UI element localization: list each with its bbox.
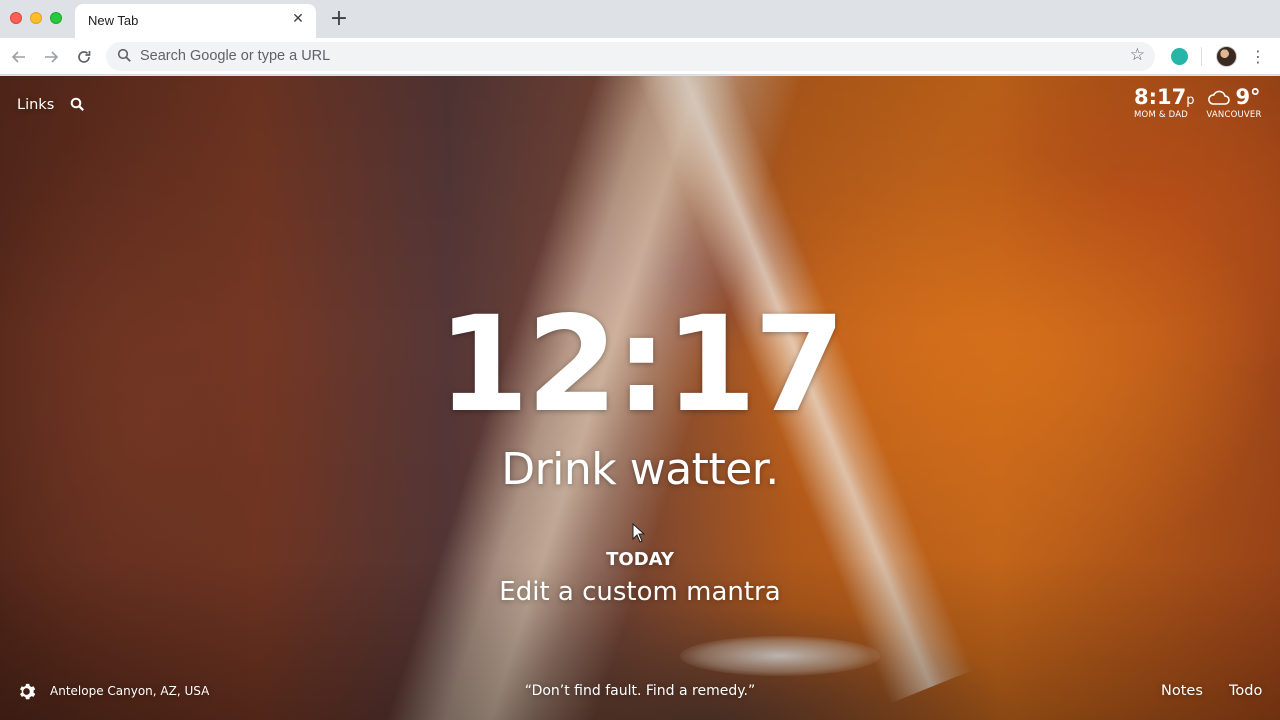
tab-close-icon[interactable]: ✕ [290,11,306,27]
forward-arrow-icon [45,51,59,63]
browser-toolbar: Search Google or type a URL ☆ [0,38,1280,75]
browser-tab[interactable]: New Tab ✕ [75,4,316,38]
focus-heading: TODAY [606,549,674,570]
focus-text[interactable]: Edit a custom mantra [0,577,1280,607]
world-clock-meridiem: p [1186,93,1195,108]
todo-button[interactable]: Todo [1229,683,1262,699]
toolbar-divider [1201,47,1202,66]
world-clock-label: MOM & DAD [1134,110,1188,120]
back-button[interactable] [8,46,30,68]
world-clock-time: 8:17 [1134,85,1187,109]
cloud-icon [1208,90,1231,105]
world-clock[interactable]: 8:17p MOM & DAD [1134,85,1195,120]
new-tab-button[interactable]: + [328,8,350,30]
address-bar[interactable]: Search Google or type a URL ☆ [106,42,1155,71]
weather-temperature: 9° [1235,85,1261,109]
notes-button[interactable]: Notes [1161,683,1203,699]
weather-location: VANCOUVER [1206,110,1262,120]
search-icon[interactable] [70,97,85,116]
bookmark-star-icon[interactable]: ☆ [1130,45,1145,65]
back-arrow-icon [11,51,25,63]
tab-strip: New Tab ✕ + [0,0,1280,38]
address-placeholder: Search Google or type a URL [140,48,331,64]
main-clock: 12:17 [437,288,845,442]
tab-title: New Tab [88,13,139,28]
reload-icon [78,51,91,63]
weather-widget[interactable]: 9° VANCOUVER [1204,85,1264,120]
forward-button[interactable] [40,46,62,68]
dashboard-background: Links 8:17p MOM & DAD 9° VANCOUVER 12:17… [0,76,1280,720]
browser-menu-icon[interactable]: ⋮ [1250,47,1266,67]
extension-icon[interactable] [1171,48,1188,65]
close-window-button[interactable] [10,12,22,24]
mouse-cursor-icon [632,523,646,543]
daily-quote[interactable]: “Don’t find fault. Find a remedy.” [0,683,1280,699]
minimize-window-button[interactable] [30,12,42,24]
reload-button[interactable] [73,46,95,68]
greeting[interactable]: Drink watter. [0,444,1280,495]
maximize-window-button[interactable] [50,12,62,24]
links-button[interactable]: Links [17,97,54,113]
search-icon [117,48,131,62]
profile-avatar[interactable] [1216,46,1237,67]
